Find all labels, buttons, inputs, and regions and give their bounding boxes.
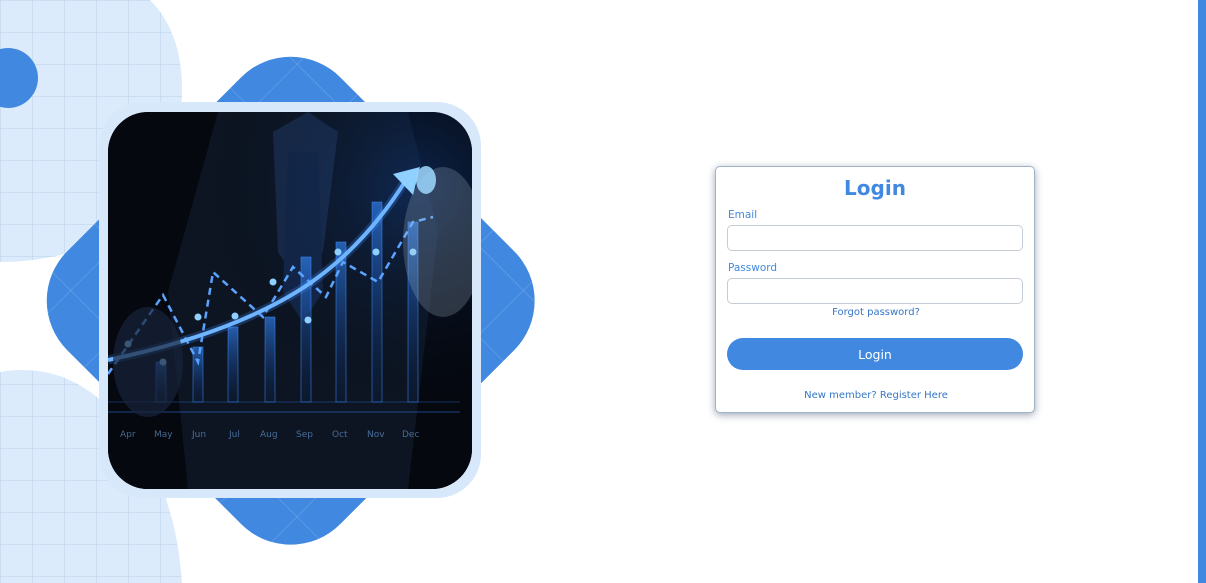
- month-label: Aug: [260, 430, 278, 440]
- month-label: Oct: [332, 430, 348, 440]
- login-button[interactable]: Login: [727, 338, 1023, 370]
- month-label: Sep: [296, 430, 313, 440]
- forgot-password-link[interactable]: Forgot password?: [716, 307, 1036, 318]
- email-label: Email: [728, 209, 758, 221]
- month-label: May: [154, 430, 173, 440]
- password-label: Password: [728, 262, 778, 274]
- month-label: Apr: [120, 430, 136, 440]
- password-field[interactable]: [727, 278, 1023, 304]
- login-card: Login Email Password Forgot password? Lo…: [715, 166, 1035, 413]
- month-label: Dec: [402, 430, 419, 440]
- register-link[interactable]: New member? Register Here: [716, 390, 1036, 401]
- email-field[interactable]: [727, 225, 1023, 251]
- finance-growth-illustration: Apr May Jun Jul Aug Sep Oct Nov Dec: [108, 112, 472, 489]
- right-edge-bar: [1198, 0, 1206, 583]
- month-label: Nov: [367, 430, 385, 440]
- login-title: Login: [844, 176, 906, 200]
- month-label: Jul: [228, 430, 240, 440]
- month-label: Jun: [191, 430, 206, 440]
